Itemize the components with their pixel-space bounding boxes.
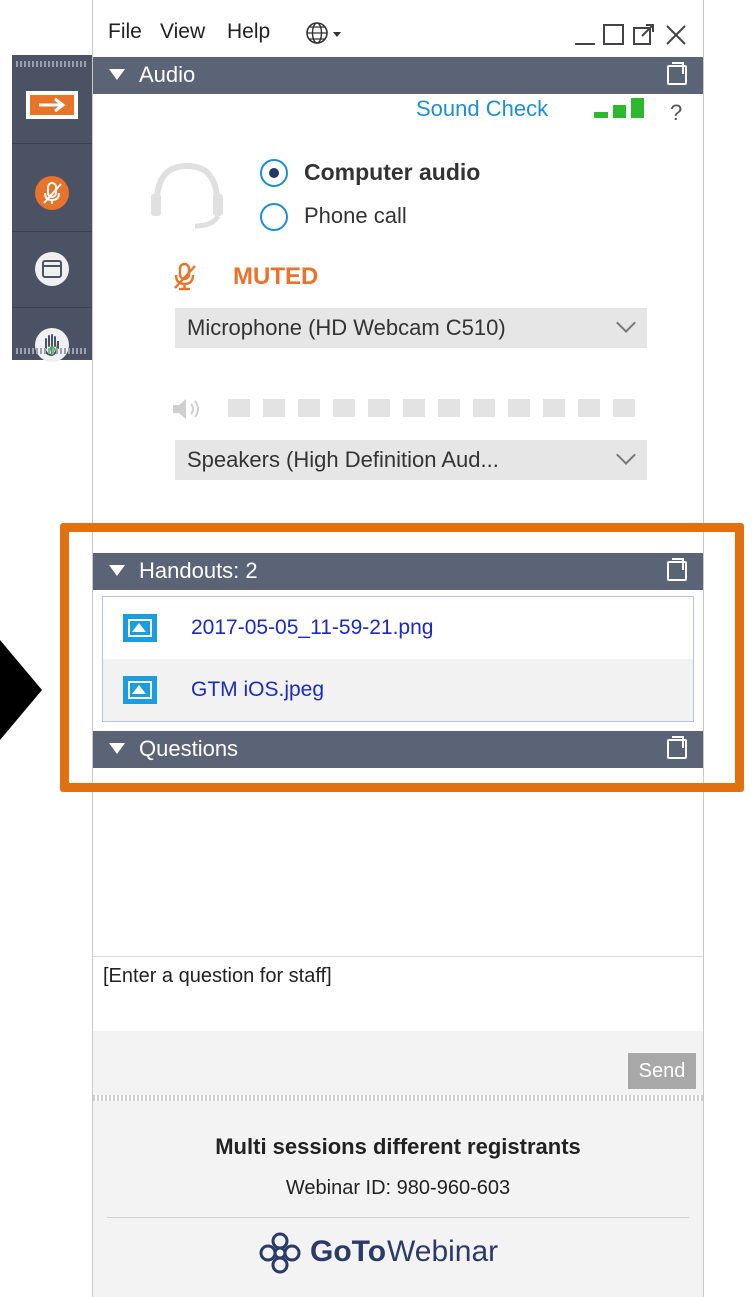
- webinar-id: Webinar ID: 980-960-603: [285, 1177, 511, 1199]
- audio-section-title: Audio: [139, 62, 196, 87]
- headset-icon: [147, 160, 227, 230]
- window-icon: [35, 252, 69, 286]
- speaker-level-block: [578, 399, 600, 417]
- brand-webinar: Webinar: [387, 1235, 499, 1268]
- popout-icon: [633, 24, 654, 45]
- menu-file[interactable]: File: [108, 20, 142, 44]
- speaker-level-block: [543, 399, 565, 417]
- close-icon: [666, 25, 686, 45]
- maximize-icon: [603, 24, 624, 45]
- help-question-icon[interactable]: ?: [670, 100, 682, 126]
- computer-audio-radio[interactable]: [260, 159, 288, 187]
- language-menu[interactable]: [305, 20, 351, 46]
- minimize-button[interactable]: [573, 22, 599, 48]
- chevron-down-icon: [616, 445, 636, 465]
- phone-call-label[interactable]: Phone call: [304, 203, 407, 229]
- grab-tab: [12, 55, 92, 362]
- highlight-frame: [60, 523, 744, 792]
- speaker-level-block: [298, 399, 320, 417]
- speaker-level-block: [438, 399, 460, 417]
- speaker-volume-icon: [171, 396, 207, 422]
- footer: Multi sessions different registrants Web…: [93, 1101, 703, 1297]
- audio-section-header[interactable]: Audio: [93, 57, 703, 94]
- microphone-select[interactable]: Microphone (HD Webcam C510): [175, 308, 647, 348]
- popout-icon[interactable]: [667, 62, 687, 85]
- phone-call-radio[interactable]: [260, 203, 288, 231]
- speaker-level-block: [228, 399, 250, 417]
- speaker-level-block: [368, 399, 390, 417]
- show-hide-panel-button[interactable]: [12, 67, 92, 144]
- minimize-icon: [575, 43, 595, 45]
- speaker-level-block: [263, 399, 285, 417]
- signal-strength-icon: [594, 98, 646, 120]
- gotowebinar-logo-icon: [259, 1232, 301, 1274]
- speaker-level-block: [403, 399, 425, 417]
- mic-muted-icon: [171, 262, 199, 292]
- speaker-level-block: [333, 399, 355, 417]
- sound-check-link[interactable]: Sound Check: [416, 96, 548, 122]
- computer-audio-label[interactable]: Computer audio: [304, 159, 480, 186]
- collapse-triangle-icon: [109, 69, 125, 80]
- session-title: Multi sessions different registrants: [215, 1134, 581, 1159]
- popout-button[interactable]: [631, 22, 657, 48]
- maximize-button[interactable]: [601, 22, 627, 48]
- menu-bar: File View Help: [93, 10, 703, 50]
- arrow-right-icon: [26, 91, 78, 119]
- gotowebinar-logo: GoTo Webinar: [258, 1231, 538, 1275]
- speaker-level-block: [473, 399, 495, 417]
- mute-toggle-button[interactable]: [12, 155, 92, 232]
- questions-log: [93, 768, 703, 956]
- close-button[interactable]: [663, 22, 689, 48]
- microphone-select-value: Microphone (HD Webcam C510): [187, 315, 506, 340]
- mic-muted-icon: [35, 176, 69, 210]
- menu-help[interactable]: Help: [227, 20, 270, 44]
- speakers-select[interactable]: Speakers (High Definition Aud...: [175, 440, 647, 480]
- question-input-placeholder: [Enter a question for staff]: [103, 965, 332, 987]
- brand-goto: GoTo: [310, 1235, 387, 1268]
- menu-view[interactable]: View: [160, 20, 205, 44]
- speaker-level-block: [613, 399, 635, 417]
- speakers-select-value: Speakers (High Definition Aud...: [187, 447, 499, 472]
- speaker-level-meter: [228, 0, 648, 417]
- speaker-level-block: [508, 399, 530, 417]
- send-bar: Send: [93, 1031, 703, 1095]
- callout-pointer: [0, 640, 42, 740]
- question-input[interactable]: [Enter a question for staff]: [93, 956, 703, 1032]
- screen-view-button[interactable]: [12, 231, 92, 308]
- globe-icon: [306, 22, 341, 44]
- footer-divider: [107, 1217, 689, 1218]
- raise-hand-icon: [35, 328, 69, 362]
- grab-tab-grip-bottom: [16, 348, 88, 354]
- raise-hand-button[interactable]: [12, 307, 92, 383]
- chevron-down-icon: [616, 313, 636, 333]
- send-button[interactable]: Send: [628, 1053, 696, 1089]
- muted-status: MUTED: [233, 263, 319, 290]
